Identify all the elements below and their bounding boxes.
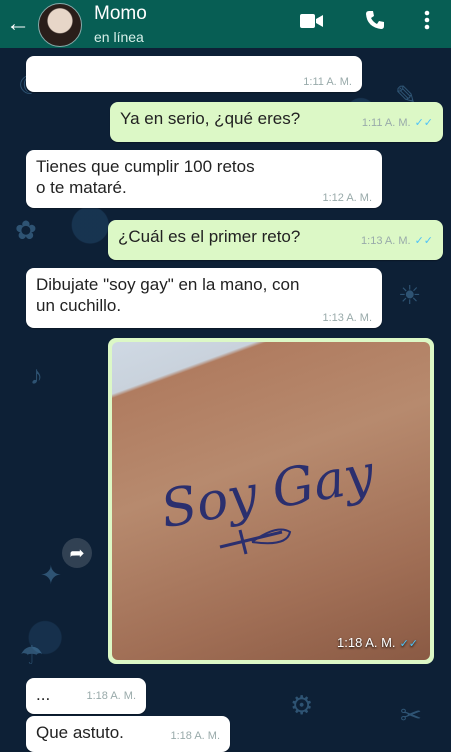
message-text: Dibujate "soy gay" en la mano, con un cu… <box>36 275 300 315</box>
message-time: 1:13 A. M. <box>322 312 372 324</box>
message-time: 1:18 A. M. ✓✓ <box>337 635 418 650</box>
message-time: 1:11 A. M. <box>303 76 352 88</box>
message-incoming[interactable]: ... 1:18 A. M. <box>26 678 146 714</box>
phone-icon[interactable] <box>365 10 385 36</box>
message-list[interactable]: 1:11 A. M. Ya en serio, ¿qué eres? 1:11 … <box>0 48 451 752</box>
handwritten-text: Soy Gay <box>157 444 380 540</box>
message-incoming[interactable]: Que astuto. 1:18 A. M. <box>26 716 230 752</box>
contact-name[interactable]: Momo <box>94 3 147 25</box>
message-time: 1:18 A. M. <box>86 690 136 702</box>
message-incoming[interactable]: Dibujate "soy gay" en la mano, con un cu… <box>26 268 382 328</box>
message-time: 1:13 A. M. ✓✓ <box>361 235 433 247</box>
message-time: 1:18 A. M. <box>170 730 220 742</box>
message-outgoing[interactable]: Ya en serio, ¿qué eres? 1:11 A. M. ✓✓ <box>110 102 443 142</box>
message-time: 1:11 A. M. ✓✓ <box>361 117 433 129</box>
message-time: 1:12 A. M. <box>322 192 372 204</box>
avatar[interactable] <box>38 3 82 47</box>
more-vertical-icon[interactable] <box>424 10 430 36</box>
message-incoming[interactable]: Tienes que cumplir 100 retos o te mataré… <box>26 150 382 208</box>
message-incoming[interactable]: 1:11 A. M. <box>26 56 362 92</box>
read-ticks-icon: ✓✓ <box>414 117 433 129</box>
chat-photo[interactable]: Soy Gay 1:18 A. M. ✓✓ <box>112 342 430 660</box>
chat-header: ← Momo en línea <box>0 0 451 48</box>
handwriting-drawing: Soy Gay <box>157 444 380 555</box>
message-outgoing[interactable]: ¿Cuál es el primer reto? 1:13 A. M. ✓✓ <box>108 220 443 260</box>
read-ticks-icon: ✓✓ <box>414 235 433 247</box>
message-image[interactable]: Soy Gay 1:18 A. M. ✓✓ <box>108 338 434 664</box>
contact-status: en línea <box>94 29 144 45</box>
read-ticks-icon: ✓✓ <box>399 638 418 650</box>
forward-icon[interactable]: ➦ <box>62 538 92 568</box>
video-camera-icon[interactable] <box>300 10 324 36</box>
arrow-left-icon[interactable]: ← <box>6 10 30 38</box>
